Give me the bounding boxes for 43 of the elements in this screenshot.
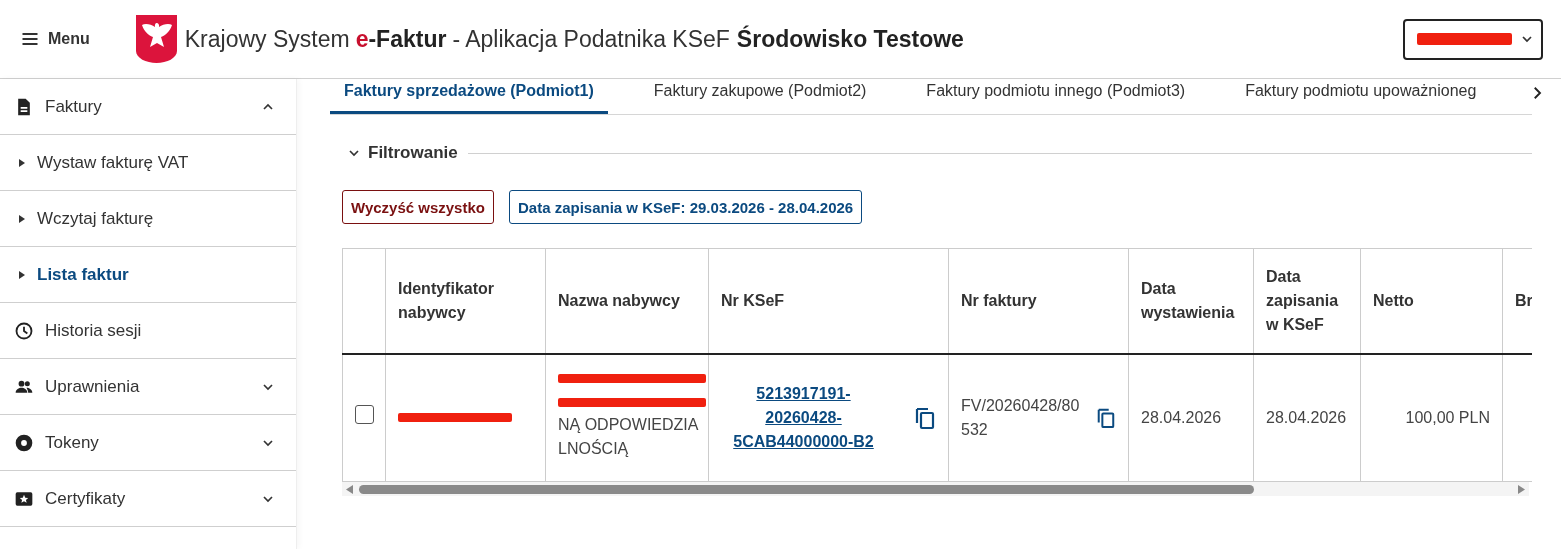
scroll-right-icon — [1518, 484, 1525, 494]
column-header: Data wystawienia — [1128, 248, 1254, 354]
column-header: Br — [1502, 248, 1532, 354]
column-header: Nazwa nabywcy — [545, 248, 709, 354]
filter-chip[interactable]: Data zapisania w KSeF: 29.03.2026 - 28.04.2026 — [508, 190, 863, 224]
scrollbar-thumb[interactable] — [359, 484, 1254, 494]
tab[interactable]: Faktury podmiotu upoważnioneg — [1231, 79, 1491, 114]
ksef-number-link[interactable]: 5213917191-20260428-5CAB44000000-B2 — [721, 381, 886, 454]
token-icon — [14, 432, 34, 453]
column-header: Netto — [1360, 248, 1503, 354]
sidebar-subitem[interactable]: Wczytaj fakturę — [0, 191, 296, 247]
filter-toggle[interactable]: Filtrowanie — [346, 143, 458, 163]
row-checkbox[interactable] — [355, 404, 374, 424]
account-select[interactable] — [1403, 18, 1543, 60]
column-header: Nr faktury — [948, 248, 1129, 354]
bullet-icon — [18, 158, 26, 167]
column-header: Identyfikator nabywcy — [385, 248, 546, 354]
clock-icon — [14, 320, 34, 341]
tab[interactable]: Faktury podmiotu innego (Podmiot3) — [912, 79, 1200, 114]
table-cell: 28.04.2026 — [1266, 408, 1347, 426]
clear-all-button[interactable]: Wyczyść wszystko — [342, 190, 494, 224]
sidebar-item[interactable]: Faktury — [0, 79, 296, 135]
copy-icon[interactable] — [914, 405, 936, 430]
sidebar-subitem[interactable]: Lista faktur — [0, 247, 296, 303]
table-cell: 28.04.2026 — [1141, 408, 1222, 426]
scroll-left-icon — [346, 484, 353, 494]
sidebar-item[interactable]: Historia sesji — [0, 303, 296, 359]
sidebar-item[interactable]: Certyfikaty — [0, 471, 296, 527]
app-title: Krajowy System e-Faktur - Aplikacja Podatnika KSeF Środowisko Testowe — [184, 25, 964, 53]
tab[interactable]: Faktury sprzedażowe (Podmiot1) — [330, 79, 608, 114]
eagle-emblem-icon — [135, 15, 177, 63]
sidebar-subitem[interactable]: Wystaw fakturę VAT — [0, 135, 296, 191]
sidebar-item[interactable]: Tokeny — [0, 415, 296, 471]
table-cell: 100,00 PLN — [1405, 408, 1490, 426]
column-header: Data zapisania w KSeF — [1253, 248, 1361, 354]
table-cell-text: FV/20260428/80532 — [961, 395, 1081, 440]
tab[interactable]: Faktury zakupowe (Podmiot2) — [639, 79, 881, 114]
menu-button[interactable]: Menu — [20, 29, 90, 49]
column-header: Nr KSeF — [708, 248, 949, 354]
sidebar-item[interactable]: Uprawnienia — [0, 359, 296, 415]
table-cell-text: NĄ ODPOWIEDZIALNOŚCIĄ — [558, 415, 700, 460]
bullet-icon — [18, 270, 26, 279]
bullet-icon — [18, 214, 26, 223]
